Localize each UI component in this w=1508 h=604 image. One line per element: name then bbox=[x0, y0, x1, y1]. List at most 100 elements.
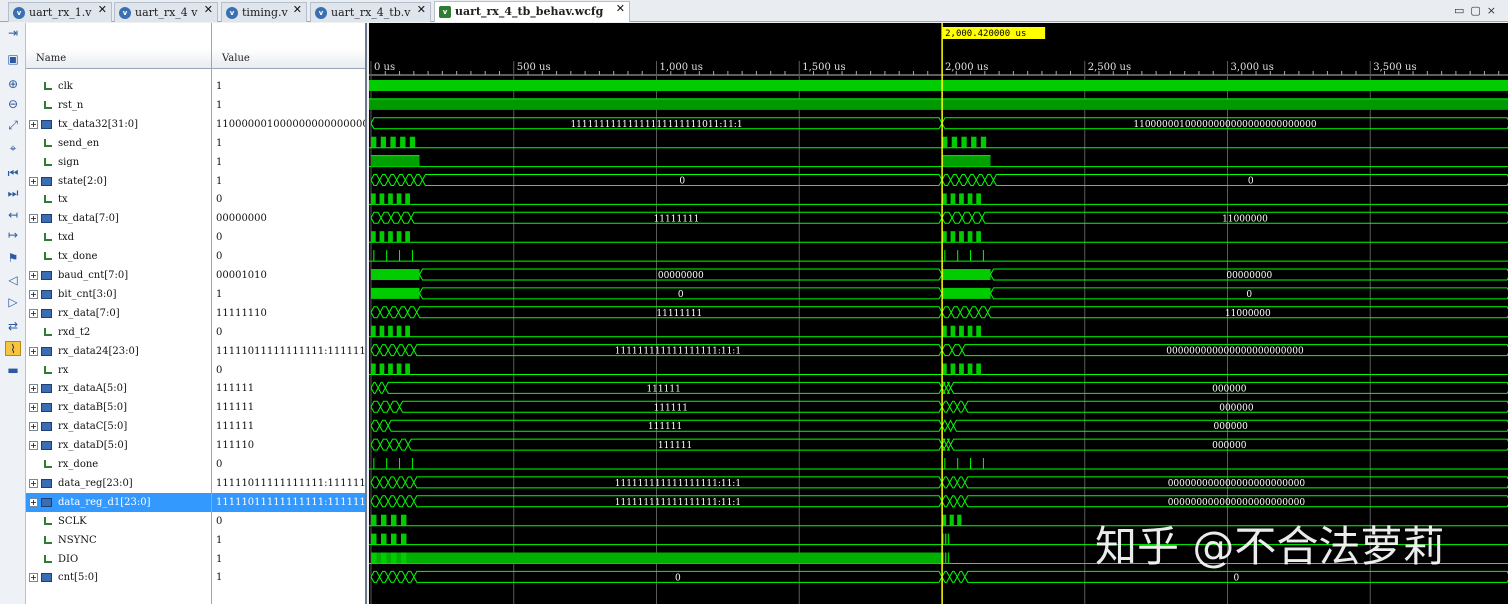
value-column-header[interactable]: Value bbox=[212, 48, 365, 69]
signal-value[interactable]: 111111 bbox=[212, 379, 365, 398]
expand-bus-icon[interactable]: + bbox=[29, 289, 38, 299]
expand-bus-icon[interactable]: + bbox=[29, 478, 38, 488]
signal-row-5[interactable]: + state[2:0] bbox=[26, 172, 211, 191]
signal-row-13[interactable]: rxd_t2 bbox=[26, 323, 211, 342]
signal-row-8[interactable]: txd bbox=[26, 228, 211, 247]
zoom-out-icon[interactable]: ⊖ bbox=[5, 97, 21, 112]
signal-value[interactable]: 111111 bbox=[212, 417, 365, 436]
close-tab-icon[interactable]: ✕ bbox=[616, 2, 625, 15]
signal-row-16[interactable]: + rx_dataA[5:0] bbox=[26, 379, 211, 398]
signal-row-4[interactable]: sign bbox=[26, 153, 211, 172]
signal-value[interactable]: 11000000100000000000000000 bbox=[212, 115, 365, 134]
bus-value-label: 0 bbox=[1234, 573, 1240, 583]
expand-bus-icon[interactable]: + bbox=[29, 384, 38, 394]
expand-bus-icon[interactable]: + bbox=[29, 422, 38, 432]
signal-row-21[interactable]: + data_reg[23:0] bbox=[26, 474, 211, 493]
go-to-start-icon[interactable]: ⏮ bbox=[5, 166, 21, 181]
swap-cursors-icon[interactable]: ⇄ bbox=[5, 319, 21, 334]
close-tab-icon[interactable]: ✕ bbox=[293, 3, 302, 16]
zoom-in-icon[interactable]: ⊕ bbox=[5, 77, 21, 92]
signal-row-14[interactable]: + rx_data24[23:0] bbox=[26, 342, 211, 361]
expand-bus-icon[interactable]: + bbox=[29, 308, 38, 318]
window-controls[interactable]: ▭▢× bbox=[1454, 4, 1502, 17]
signal-row-12[interactable]: + rx_data[7:0] bbox=[26, 304, 211, 323]
go-to-end-icon[interactable]: ⏭ bbox=[5, 186, 21, 201]
close-tab-icon[interactable]: ✕ bbox=[204, 3, 213, 16]
signal-value[interactable]: 0 bbox=[212, 247, 365, 266]
signal-value[interactable]: 1 bbox=[212, 531, 365, 550]
signal-value[interactable]: 00001010 bbox=[212, 266, 365, 285]
signal-value[interactable]: 0 bbox=[212, 190, 365, 209]
signal-row-24[interactable]: NSYNC bbox=[26, 531, 211, 550]
signal-value[interactable]: 1 bbox=[212, 568, 365, 587]
signal-row-22[interactable]: + data_reg_d1[23:0] bbox=[26, 492, 211, 512]
signal-row-20[interactable]: rx_done bbox=[26, 455, 211, 474]
signal-row-23[interactable]: SCLK bbox=[26, 512, 211, 531]
next-transition-icon[interactable]: ↦ bbox=[5, 228, 21, 243]
zoom-cursor-icon[interactable]: ⌖ bbox=[5, 141, 21, 156]
expand-bus-icon[interactable]: + bbox=[29, 497, 38, 507]
signal-name: rx_data[7:0] bbox=[58, 307, 120, 319]
signal-value[interactable]: 11111011111111111:111111 bbox=[212, 492, 365, 512]
signal-row-11[interactable]: + bit_cnt[3:0] bbox=[26, 285, 211, 304]
snap-to-transition-icon[interactable]: ⌇ bbox=[5, 341, 21, 356]
signal-value[interactable]: 11111011111111111:111111 bbox=[212, 342, 365, 361]
signal-row-3[interactable]: send_en bbox=[26, 134, 211, 153]
expand-bus-icon[interactable]: + bbox=[29, 176, 38, 186]
signal-value[interactable]: 11111011111111111:111111 bbox=[212, 474, 365, 493]
expand-bus-icon[interactable]: + bbox=[29, 271, 38, 280]
tab-0[interactable]: v uart_rx_1.v ✕ bbox=[8, 2, 112, 22]
previous-marker-icon[interactable]: ◁ bbox=[5, 273, 21, 288]
signal-row-26[interactable]: + cnt[5:0] bbox=[26, 568, 211, 587]
add-marker-icon[interactable]: ⚑ bbox=[5, 251, 21, 266]
expand-bus-icon[interactable]: + bbox=[29, 214, 38, 224]
signal-row-0[interactable]: clk bbox=[26, 77, 211, 96]
signal-value[interactable]: 111111 bbox=[212, 398, 365, 417]
bus-transition bbox=[400, 211, 412, 224]
previous-transition-icon[interactable]: ↤ bbox=[5, 208, 21, 223]
signal-row-19[interactable]: + rx_dataD[5:0] bbox=[26, 436, 211, 455]
signal-value[interactable]: 0 bbox=[212, 455, 365, 474]
signal-row-9[interactable]: tx_done bbox=[26, 247, 211, 266]
signal-value[interactable]: 1 bbox=[212, 153, 365, 172]
name-column-header[interactable]: Name bbox=[26, 48, 211, 69]
signal-row-15[interactable]: rx bbox=[26, 361, 211, 380]
signal-row-6[interactable]: tx bbox=[26, 190, 211, 209]
signal-value[interactable]: 0 bbox=[212, 512, 365, 531]
tab-4[interactable]: v uart_rx_4_tb_behav.wcfg ✕ bbox=[434, 1, 630, 22]
floating-ruler-icon[interactable]: ▬ bbox=[5, 363, 21, 378]
signal-value[interactable]: 1 bbox=[212, 285, 365, 304]
signal-row-7[interactable]: + tx_data[7:0] bbox=[26, 209, 211, 228]
signal-value[interactable]: 1 bbox=[212, 550, 365, 569]
signal-value[interactable]: 1 bbox=[212, 172, 365, 191]
signal-value[interactable]: 0 bbox=[212, 361, 365, 380]
signal-value[interactable]: 1 bbox=[212, 96, 365, 115]
signal-row-17[interactable]: + rx_dataB[5:0] bbox=[26, 398, 211, 417]
signal-value[interactable]: 0 bbox=[212, 228, 365, 247]
zoom-fit-icon[interactable]: ⤢ bbox=[5, 118, 21, 133]
close-tab-icon[interactable]: ✕ bbox=[98, 3, 107, 16]
expand-bus-icon[interactable]: + bbox=[29, 441, 38, 451]
close-tab-icon[interactable]: ✕ bbox=[417, 3, 426, 16]
save-icon[interactable]: ▣ bbox=[5, 52, 21, 67]
tab-2[interactable]: v timing.v ✕ bbox=[221, 2, 307, 22]
signal-row-18[interactable]: + rx_dataC[5:0] bbox=[26, 417, 211, 436]
expand-bus-icon[interactable]: + bbox=[29, 346, 38, 356]
expand-bus-icon[interactable]: + bbox=[29, 573, 38, 583]
tab-1[interactable]: v uart_rx_4 v ✕ bbox=[114, 2, 218, 22]
signal-value[interactable]: 1 bbox=[212, 77, 365, 96]
tab-3[interactable]: v uart_rx_4_tb.v ✕ bbox=[310, 2, 431, 22]
signal-value[interactable]: 111110 bbox=[212, 436, 365, 455]
next-marker-icon[interactable]: ▷ bbox=[5, 295, 21, 310]
expand-bus-icon[interactable]: + bbox=[29, 119, 38, 129]
signal-value[interactable]: 11111110 bbox=[212, 304, 365, 323]
expand-bus-icon[interactable]: + bbox=[29, 403, 38, 413]
signal-row-25[interactable]: DIO bbox=[26, 550, 211, 569]
signal-value[interactable]: 0 bbox=[212, 323, 365, 342]
signal-value[interactable]: 1 bbox=[212, 134, 365, 153]
signal-row-2[interactable]: + tx_data32[31:0] bbox=[26, 115, 211, 134]
signal-row-10[interactable]: + baud_cnt[7:0] bbox=[26, 266, 211, 285]
signal-value[interactable]: 00000000 bbox=[212, 209, 365, 228]
expand-icon[interactable]: ⇥ bbox=[5, 26, 21, 41]
signal-row-1[interactable]: rst_n bbox=[26, 96, 211, 115]
